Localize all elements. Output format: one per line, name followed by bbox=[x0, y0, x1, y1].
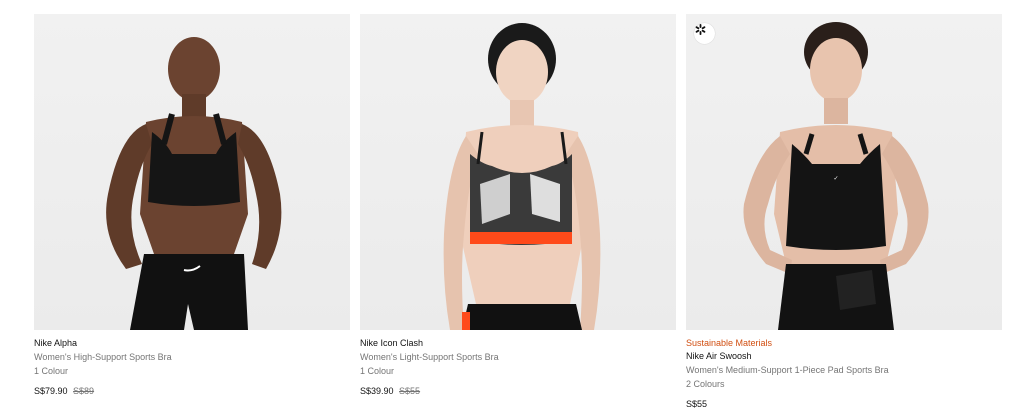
current-price: S$39.90 bbox=[360, 386, 394, 396]
product-info: Sustainable Materials Nike Air Swoosh Wo… bbox=[686, 330, 1002, 411]
product-name[interactable]: Nike Air Swoosh bbox=[686, 350, 1002, 363]
product-colour-count: 1 Colour bbox=[360, 366, 395, 376]
sustainable-materials-tag: Sustainable Materials bbox=[686, 338, 773, 348]
product-price: S$55 bbox=[686, 397, 1002, 411]
product-card-nike-icon-clash[interactable]: Nike Icon Clash Women's Light-Support Sp… bbox=[360, 14, 676, 398]
sustainability-icon bbox=[694, 23, 715, 44]
svg-text:✓: ✓ bbox=[833, 175, 838, 182]
product-info: Nike Icon Clash Women's Light-Support Sp… bbox=[360, 330, 676, 398]
product-price: S$79.90 S$89 bbox=[34, 384, 350, 398]
product-price: S$39.90 S$55 bbox=[360, 384, 676, 398]
original-price: S$55 bbox=[399, 386, 421, 396]
product-subtitle: Women's High-Support Sports Bra bbox=[34, 352, 172, 362]
product-name[interactable]: Nike Icon Clash bbox=[360, 337, 676, 350]
product-photo-model: ✓ bbox=[743, 22, 929, 330]
product-subtitle: Women's Medium-Support 1-Piece Pad Sport… bbox=[686, 365, 889, 375]
product-image[interactable] bbox=[34, 14, 350, 330]
product-photo-model bbox=[443, 23, 601, 330]
product-subtitle: Women's Light-Support Sports Bra bbox=[360, 352, 499, 362]
product-image[interactable] bbox=[360, 14, 676, 330]
product-card-nike-air-swoosh[interactable]: ✓ Sustainable Materials Nike Air Swoosh … bbox=[686, 14, 1002, 411]
original-price: S$89 bbox=[73, 386, 95, 396]
current-price: S$55 bbox=[686, 399, 708, 409]
current-price: S$79.90 bbox=[34, 386, 68, 396]
product-card-nike-alpha[interactable]: Nike Alpha Women's High-Support Sports B… bbox=[34, 14, 350, 398]
product-photo-model bbox=[106, 37, 282, 330]
product-info: Nike Alpha Women's High-Support Sports B… bbox=[34, 330, 350, 398]
product-colour-count: 2 Colours bbox=[686, 379, 725, 389]
product-colour-count: 1 Colour bbox=[34, 366, 69, 376]
product-image[interactable]: ✓ bbox=[686, 14, 1002, 330]
product-name[interactable]: Nike Alpha bbox=[34, 337, 350, 350]
